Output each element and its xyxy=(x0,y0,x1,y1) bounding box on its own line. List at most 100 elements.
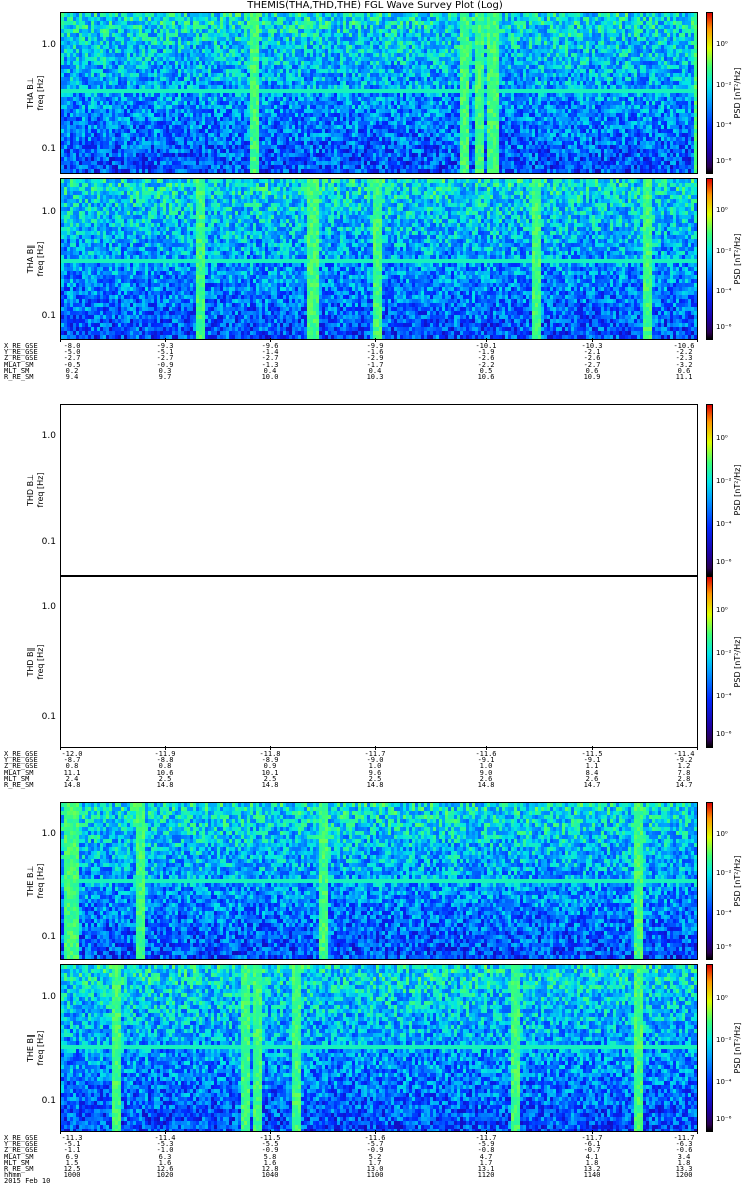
ephemeris-value-column: -9.9 -1.6 -2.9 -1.7 0.4 10.3 xyxy=(355,342,395,380)
ytick-label: 1.0 xyxy=(28,602,56,612)
ephemeris-value-column: -11.4 -9.2 1.2 7.8 2.8 14.7 xyxy=(664,750,704,788)
spectrogram-the-perp xyxy=(60,802,698,960)
ephemeris-value-column: -10.3 -2.1 -2.6 -2.7 0.6 10.9 xyxy=(572,342,612,380)
ylabel-units: freq [Hz] xyxy=(36,76,45,111)
ytick-label: 1.0 xyxy=(28,431,56,441)
colorbar-tick-label: 10⁻² xyxy=(716,1036,731,1044)
xtick-mark xyxy=(486,746,487,750)
ephemeris-value-column: -11.7 -6.3 -0.6 3.4 1.8 13.3 1200 xyxy=(664,1134,704,1179)
colorbar-tick-label: 10⁻⁶ xyxy=(716,1115,731,1123)
ephemeris-labels-tha: X_RE_GSE Y_RE_GSE Z_RE_GSE MLAT_SM MLT_SM R_R… xyxy=(4,342,38,380)
ephemeris-value: 1200 xyxy=(664,1172,704,1179)
spectrogram-tha-par xyxy=(60,178,698,340)
colorbar-the-par xyxy=(706,964,713,1132)
colorbar-tick-label: 10⁰ xyxy=(716,206,728,214)
colorbar-tick-label: 10⁻² xyxy=(716,247,731,255)
colorbar-tick-label: 10⁻² xyxy=(716,869,731,877)
spectrogram-the-perp-image xyxy=(61,803,697,959)
ephemeris-value: 10.9 xyxy=(572,373,612,380)
ytick-label: 0.1 xyxy=(28,311,56,321)
xtick-mark xyxy=(592,1130,593,1134)
yaxis-label-thd-perp: THD B⊥ freq [Hz] xyxy=(22,404,46,576)
ylabel-probe: THA B‖ xyxy=(26,245,35,273)
xtick-mark xyxy=(486,1130,487,1134)
colorbar-tick-label: 10⁻⁴ xyxy=(716,909,731,917)
xtick-mark xyxy=(592,746,593,750)
xtick-mark xyxy=(60,746,61,750)
spectrogram-thd-perp-image xyxy=(61,405,698,576)
ephemeris-value: 10.3 xyxy=(355,373,395,380)
xtick-mark xyxy=(60,338,61,342)
ephemeris-value: 14.8 xyxy=(355,781,395,788)
ytick-label: 1.0 xyxy=(28,829,56,839)
xtick-mark xyxy=(165,338,166,342)
xtick-mark xyxy=(375,338,376,342)
ylabel-probe: THD B‖ xyxy=(26,647,35,676)
colorbar-tick-label: 10⁻⁶ xyxy=(716,157,731,165)
spectrogram-tha-perp xyxy=(60,12,698,174)
ephemeris-value-column: -11.6 -9.1 1.0 9.0 2.6 14.8 xyxy=(466,750,506,788)
ephemeris-value-column: -11.5 -9.1 1.1 8.4 2.6 14.7 xyxy=(572,750,612,788)
ephemeris-labels-thd: X_RE_GSE Y_RE_GSE Z_RE_GSE MLAT_SM MLT_SM R_R… xyxy=(4,750,38,788)
ephemeris-value-column: -10.6 -2.2 -2.3 -3.2 0.6 11.1 xyxy=(664,342,704,380)
spectrogram-thd-par xyxy=(60,576,698,748)
ylabel-probe: THE B⊥ xyxy=(26,866,35,897)
ephemeris-value-column: -11.6 -5.7 -0.9 5.2 1.7 13.0 1100 xyxy=(355,1134,395,1179)
ephemeris-value: 14.8 xyxy=(145,781,185,788)
colorbar-tick-label: 10⁻⁴ xyxy=(716,121,731,129)
colorbar-label: PSD [nT²/Hz] xyxy=(733,802,745,960)
ephemeris-value-column: -11.7 -6.1 -0.7 4.1 1.8 13.2 1140 xyxy=(572,1134,612,1178)
colorbar-tick-label: 10⁻² xyxy=(716,649,731,657)
ytick-label: 1.0 xyxy=(28,992,56,1002)
xtick-mark xyxy=(60,1130,61,1134)
colorbar-thd-perp xyxy=(706,404,713,576)
xtick-mark xyxy=(270,1130,271,1134)
colorbar-label: PSD [nT²/Hz] xyxy=(733,576,745,748)
spectrogram-the-par-image xyxy=(61,965,697,1131)
ephemeris-value-column: -11.3 -5.1 -1.1 6.9 1.5 12.5 1000 xyxy=(52,1134,92,1179)
ephemeris-value: 14.8 xyxy=(466,781,506,788)
ephemeris-value-column: -11.8 -8.9 0.9 10.1 2.5 14.8 xyxy=(250,750,290,788)
ephemeris-value-column: -10.1 -1.9 -2.6 -2.2 0.5 10.6 xyxy=(466,342,506,380)
colorbar-tick-label: 10⁰ xyxy=(716,434,728,442)
xtick-mark xyxy=(165,746,166,750)
colorbar-tick-label: 10⁻⁴ xyxy=(716,1078,731,1086)
ephemeris-value: 1000 xyxy=(52,1172,92,1179)
colorbar-tick-label: 10⁻⁶ xyxy=(716,730,731,738)
ytick-label: 0.1 xyxy=(28,712,56,722)
ephemeris-value: 1100 xyxy=(355,1172,395,1179)
spectrogram-tha-par-image xyxy=(61,179,697,339)
ephemeris-value: 14.8 xyxy=(52,781,92,788)
ephemeris-value: 10.0 xyxy=(250,373,290,380)
xtick-mark xyxy=(270,746,271,750)
xtick-mark xyxy=(375,1130,376,1134)
ylabel-units: freq [Hz] xyxy=(36,645,45,680)
ephemeris-value: 14.7 xyxy=(664,781,704,788)
ephemeris-value: 1120 xyxy=(466,1172,506,1179)
ephemeris-labels-the: X_RE_GSE Y_RE_GSE Z_RE_GSE MLAT_SM MLT_SM R_R… xyxy=(4,1134,50,1185)
ytick-label: 0.1 xyxy=(28,1096,56,1106)
ytick-label: 1.0 xyxy=(28,207,56,217)
colorbar-the-perp xyxy=(706,802,713,960)
ylabel-units: freq [Hz] xyxy=(36,242,45,277)
xtick-mark xyxy=(592,338,593,342)
xtick-mark xyxy=(375,746,376,750)
colorbar-tick-label: 10⁻⁴ xyxy=(716,520,731,528)
ephemeris-value-column: -9.3 -5.1 -2.7 -0.9 0.3 9.7 xyxy=(145,342,185,380)
ephemeris-value-column: -12.0 -8.7 0.8 11.1 2.4 14.8 xyxy=(52,750,92,788)
colorbar-thd-par xyxy=(706,576,713,748)
ephemeris-value: 14.8 xyxy=(250,781,290,788)
colorbar-tick-label: 10⁻⁶ xyxy=(716,943,731,951)
ephemeris-value-column: -11.4 -5.3 -1.0 6.3 1.6 12.6 1020 xyxy=(145,1134,185,1178)
xtick-mark xyxy=(165,1130,166,1134)
ylabel-units: freq [Hz] xyxy=(36,473,45,508)
spectrogram-the-par xyxy=(60,964,698,1132)
colorbar-tick-label: 10⁻² xyxy=(716,477,731,485)
ephemeris-value: 11.1 xyxy=(664,373,704,380)
ylabel-probe: THD B⊥ xyxy=(26,474,35,506)
colorbar-tick-label: 10⁰ xyxy=(716,606,728,614)
ephemeris-value-column: -11.9 -8.8 0.8 10.6 2.5 14.8 xyxy=(145,750,185,788)
xtick-mark xyxy=(486,338,487,342)
colorbar-tha-par xyxy=(706,178,713,340)
ytick-label: 1.0 xyxy=(28,40,56,50)
